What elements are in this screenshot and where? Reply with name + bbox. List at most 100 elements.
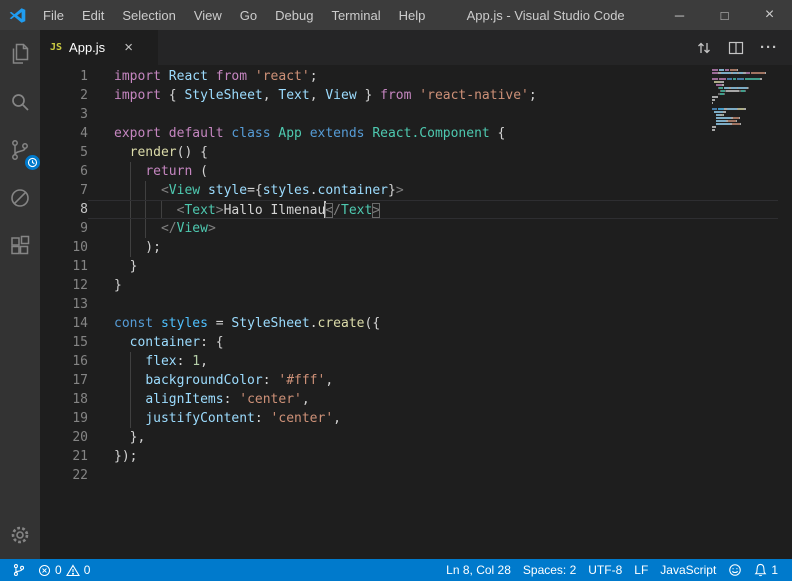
status-language[interactable]: JavaScript [654,559,722,581]
indent-guide [130,162,131,181]
line-text[interactable]: } [88,257,778,276]
code-line[interactable]: 17 backgroundColor: '#fff', [40,371,778,390]
code-line[interactable]: 15 container: { [40,333,778,352]
code-line[interactable]: 8 <Text>Hallo Ilmenau</Text> [40,200,778,219]
code-line[interactable]: 13 [40,295,778,314]
menu-item-selection[interactable]: Selection [113,0,184,30]
line-number: 3 [40,105,88,124]
code-line[interactable]: 11 } [40,257,778,276]
scrollbar[interactable] [778,65,792,559]
code-line[interactable]: 9 </View> [40,219,778,238]
menu-item-go[interactable]: Go [231,0,266,30]
more-actions-icon[interactable]: ··· [760,39,778,56]
tab-close-icon[interactable]: × [124,39,133,56]
status-cursor-position[interactable]: Ln 8, Col 28 [440,559,517,581]
line-text[interactable]: import { StyleSheet, Text, View } from '… [88,86,778,105]
debug-icon[interactable] [0,174,40,222]
line-number: 13 [40,295,88,314]
editor[interactable]: 1import React from 'react';2import { Sty… [40,65,792,559]
line-text[interactable]: flex: 1, [88,352,778,371]
minimap[interactable] [712,69,778,135]
code-line[interactable]: 21}); [40,447,778,466]
line-number: 7 [40,181,88,200]
code-line[interactable]: 5 render() { [40,143,778,162]
extensions-icon[interactable] [0,222,40,270]
js-file-icon: JS [50,42,62,53]
menu-item-help[interactable]: Help [390,0,435,30]
line-text[interactable]: }); [88,447,778,466]
line-text[interactable]: return ( [88,162,778,181]
notifications-bell[interactable]: 1 [748,559,784,581]
code-line[interactable]: 20 }, [40,428,778,447]
menu-item-terminal[interactable]: Terminal [322,0,389,30]
line-number: 1 [40,67,88,86]
open-changes-icon[interactable] [696,40,712,56]
minimap-line [712,84,778,86]
code-line[interactable]: 19 justifyContent: 'center', [40,409,778,428]
minimap-line [712,123,778,125]
warning-count: 0 [84,563,91,577]
tab-appjs[interactable]: JS App.js × [40,30,158,65]
indent-guide [130,201,131,218]
search-icon[interactable] [0,78,40,126]
minimap-line [712,129,778,131]
code-line[interactable]: 18 alignItems: 'center', [40,390,778,409]
minimap-line [712,69,778,71]
source-control-icon[interactable] [0,126,40,174]
minimap-line [712,72,778,74]
code-line[interactable]: 16 flex: 1, [40,352,778,371]
status-problems[interactable]: 0 0 [32,559,96,581]
line-text[interactable]: <Text>Hallo Ilmenau</Text> [88,200,778,219]
line-text[interactable]: import React from 'react'; [88,67,778,86]
feedback-smiley-icon[interactable] [722,559,748,581]
minimize-icon[interactable]: ─ [657,0,702,30]
code-line[interactable]: 10 ); [40,238,778,257]
status-indentation[interactable]: Spaces: 2 [517,559,582,581]
line-text[interactable]: } [88,276,778,295]
code-lines[interactable]: 1import React from 'react';2import { Sty… [40,65,778,559]
split-editor-icon[interactable] [728,40,744,56]
main-area: JS App.js × [0,30,792,559]
code-line[interactable]: 7 <View style={styles.container}> [40,181,778,200]
close-icon[interactable]: × [747,0,792,30]
menu-item-view[interactable]: View [185,0,231,30]
editor-region: JS App.js × [40,30,792,559]
line-text[interactable] [88,105,778,124]
code-line[interactable]: 6 return ( [40,162,778,181]
line-text[interactable]: <View style={styles.container}> [88,181,778,200]
menu-item-file[interactable]: File [34,0,73,30]
line-text[interactable]: render() { [88,143,778,162]
git-branch-icon[interactable] [6,559,32,581]
line-text[interactable] [88,466,778,485]
line-text[interactable]: export default class App extends React.C… [88,124,778,143]
line-text[interactable]: justifyContent: 'center', [88,409,778,428]
code-line[interactable]: 2import { StyleSheet, Text, View } from … [40,86,778,105]
menu-item-edit[interactable]: Edit [73,0,113,30]
minimap-line [712,87,778,89]
line-text[interactable]: backgroundColor: '#fff', [88,371,778,390]
maximize-icon[interactable]: □ [702,0,747,30]
indent-guide [130,219,131,238]
line-text[interactable]: container: { [88,333,778,352]
status-eol[interactable]: LF [628,559,654,581]
status-encoding[interactable]: UTF-8 [582,559,628,581]
notification-count: 1 [771,563,778,577]
line-text[interactable] [88,295,778,314]
line-text[interactable]: ); [88,238,778,257]
code-line[interactable]: 4export default class App extends React.… [40,124,778,143]
code-line[interactable]: 22 [40,466,778,485]
line-text[interactable]: const styles = StyleSheet.create({ [88,314,778,333]
menu-item-debug[interactable]: Debug [266,0,322,30]
line-number: 14 [40,314,88,333]
settings-gear-icon[interactable] [0,511,40,559]
explorer-icon[interactable] [0,30,40,78]
code-line[interactable]: 3 [40,105,778,124]
indent-guide [130,409,131,428]
line-text[interactable]: }, [88,428,778,447]
code-line[interactable]: 12} [40,276,778,295]
line-text[interactable]: alignItems: 'center', [88,390,778,409]
minimap-line [712,120,778,122]
code-line[interactable]: 1import React from 'react'; [40,67,778,86]
line-text[interactable]: </View> [88,219,778,238]
code-line[interactable]: 14const styles = StyleSheet.create({ [40,314,778,333]
